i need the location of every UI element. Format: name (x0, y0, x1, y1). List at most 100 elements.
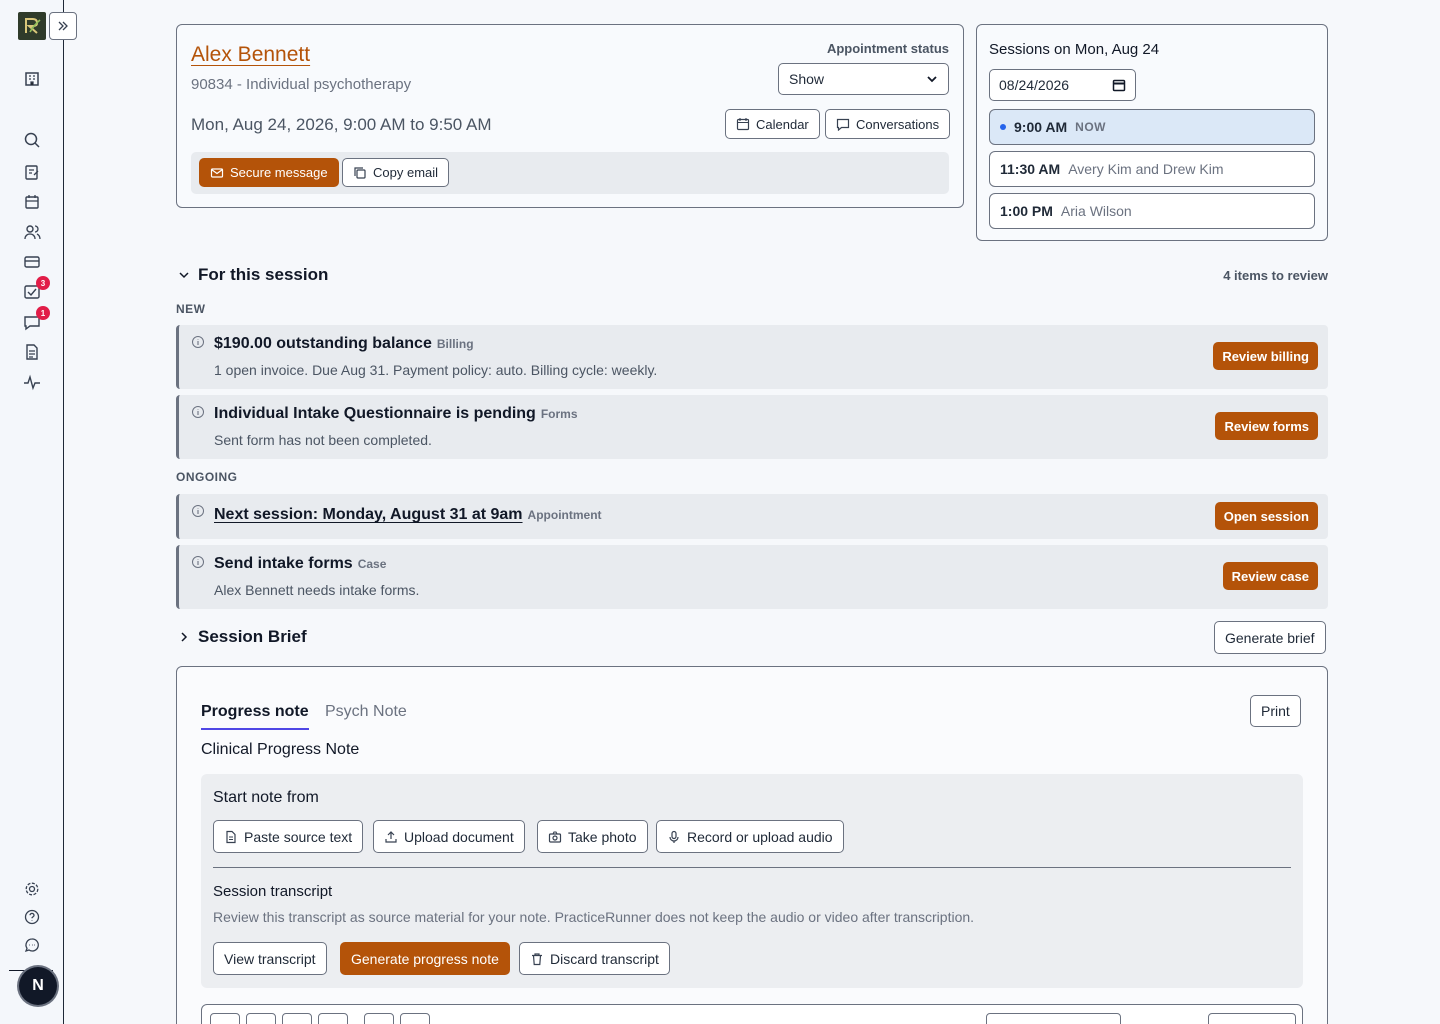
section-title: For this session (198, 265, 329, 284)
divider (213, 867, 1291, 868)
appointment-datetime: Mon, Aug 24, 2026, 9:00 AM to 9:50 AM (191, 115, 492, 134)
editor-toolbar (201, 1004, 1303, 1024)
toolbar-select[interactable] (986, 1013, 1121, 1024)
review-item-desc: 1 open invoice. Due Aug 31. Payment poli… (214, 362, 658, 378)
start-note-panel: Start note from Paste source text Upload… (201, 774, 1303, 988)
secure-message-button[interactable]: Secure message (199, 158, 339, 187)
review-forms-button[interactable]: Review forms (1215, 412, 1318, 440)
print-button[interactable]: Print (1250, 695, 1301, 727)
app-logo[interactable]: R (18, 12, 46, 40)
collapse-section-toggle[interactable] (178, 268, 190, 286)
italic-button[interactable] (246, 1013, 276, 1024)
tab-psych-note[interactable]: Psych Note (325, 703, 407, 721)
redo-button[interactable] (400, 1013, 430, 1024)
calendar-label: Calendar (756, 116, 809, 132)
notes-icon[interactable] (22, 162, 42, 182)
conversations-button[interactable]: Conversations (825, 109, 951, 139)
expand-brief-toggle[interactable] (178, 630, 190, 648)
discard-transcript-label: Discard transcript (550, 950, 659, 967)
document-icon (226, 830, 236, 843)
transcript-title: Session transcript (213, 883, 333, 900)
trash-icon (532, 952, 542, 965)
session-client: Aria Wilson (1060, 203, 1132, 219)
session-row[interactable]: 11:30 AM Avery Kim and Drew Kim (989, 151, 1315, 187)
client-name-link[interactable]: Alex Bennett (191, 43, 310, 67)
sidebar: R 3 1 N (0, 0, 77, 1024)
group-label-ongoing: ONGOING (176, 470, 238, 484)
calendar-icon[interactable] (22, 192, 42, 212)
chevron-right-icon (181, 632, 188, 642)
view-transcript-button[interactable]: View transcript (213, 942, 327, 975)
paste-source-button[interactable]: Paste source text (213, 820, 364, 853)
calendar-button[interactable]: Calendar (725, 109, 820, 139)
generate-brief-button[interactable]: Generate brief (1214, 621, 1326, 654)
brief-title: Session Brief (198, 627, 307, 646)
copy-email-button[interactable]: Copy email (342, 158, 450, 187)
messages-icon[interactable]: 1 (22, 306, 50, 332)
appointment-status-select[interactable]: Show (778, 63, 949, 95)
session-date-input[interactable]: 08/24/2026 (989, 69, 1136, 101)
generate-progress-note-button[interactable]: Generate progress note (340, 942, 510, 975)
take-photo-button[interactable]: Take photo (537, 820, 648, 853)
note-heading: Clinical Progress Note (201, 741, 360, 758)
current-session-dot (1000, 124, 1006, 130)
generate-brief-label: Generate brief (1225, 629, 1315, 646)
open-session-button[interactable]: Open session (1214, 502, 1318, 530)
source-label: Upload document (404, 828, 514, 845)
now-badge: NOW (1075, 120, 1106, 134)
next-session-link[interactable]: Next session: Monday, August 31 at 9am (214, 506, 523, 523)
user-avatar[interactable]: N (19, 967, 57, 1005)
discard-transcript-button[interactable]: Discard transcript (519, 942, 670, 975)
clients-icon[interactable] (22, 222, 42, 242)
tasks-badge: 3 (36, 276, 50, 290)
appointment-card: Alex Bennett 90834 - Individual psychoth… (176, 24, 964, 208)
review-item: Next session: Monday, August 31 at 9am Ap… (176, 494, 1328, 539)
secure-message-label: Secure message (230, 165, 328, 180)
calendar-icon (1112, 79, 1126, 92)
help-icon[interactable] (22, 907, 42, 927)
billing-icon[interactable] (22, 252, 42, 272)
building-icon[interactable] (22, 68, 42, 88)
settings-icon[interactable] (22, 879, 42, 899)
print-label: Print (1261, 703, 1290, 719)
search-icon[interactable] (22, 130, 42, 150)
tab-progress-note[interactable]: Progress note (201, 703, 309, 721)
upload-document-button[interactable]: Upload document (373, 820, 525, 853)
session-time: 1:00 PM (1000, 203, 1053, 219)
toolbar-dropdown[interactable] (1208, 1013, 1296, 1024)
session-client: Avery Kim and Drew Kim (1068, 161, 1224, 177)
microphone-icon (669, 830, 679, 843)
review-item: $190.00 outstanding balance Billing 1 ope… (176, 325, 1328, 389)
session-row[interactable]: 1:00 PM Aria Wilson (989, 193, 1315, 229)
info-icon (192, 505, 204, 517)
bullet-list-button[interactable] (282, 1013, 312, 1024)
review-item-title: Send intake forms (214, 555, 353, 572)
service-label: 90834 - Individual psychotherapy (191, 76, 412, 93)
review-count: 4 items to review (1223, 268, 1328, 283)
record-audio-button[interactable]: Record or upload audio (656, 820, 844, 853)
status-value: Show (789, 71, 825, 87)
session-time: 9:00 AM (1014, 119, 1068, 135)
start-from-label: Start note from (213, 789, 319, 806)
review-billing-button[interactable]: Review billing (1213, 342, 1318, 370)
expand-sidebar-button[interactable] (49, 12, 77, 40)
feedback-icon[interactable] (22, 935, 42, 955)
chat-icon (836, 118, 850, 131)
info-icon (192, 336, 204, 348)
review-item-tag: Billing (436, 337, 474, 351)
undo-button[interactable] (364, 1013, 394, 1024)
bold-button[interactable] (210, 1013, 240, 1024)
active-tab-indicator (201, 728, 309, 730)
numbered-list-button[interactable] (318, 1013, 348, 1024)
calendar-icon (736, 118, 750, 131)
copy-icon (354, 166, 366, 179)
camera-icon (548, 830, 562, 843)
review-item: Send intake forms Case Alex Bennett needs… (176, 545, 1328, 609)
tasks-icon[interactable]: 3 (22, 276, 50, 302)
activity-icon[interactable] (22, 372, 42, 392)
copy-email-label: Copy email (373, 165, 439, 180)
review-item-desc: Sent form has not been completed. (214, 432, 432, 448)
documents-icon[interactable] (22, 342, 42, 362)
review-case-button[interactable]: Review case (1222, 562, 1318, 590)
session-row[interactable]: 9:00 AM NOW (989, 109, 1315, 145)
